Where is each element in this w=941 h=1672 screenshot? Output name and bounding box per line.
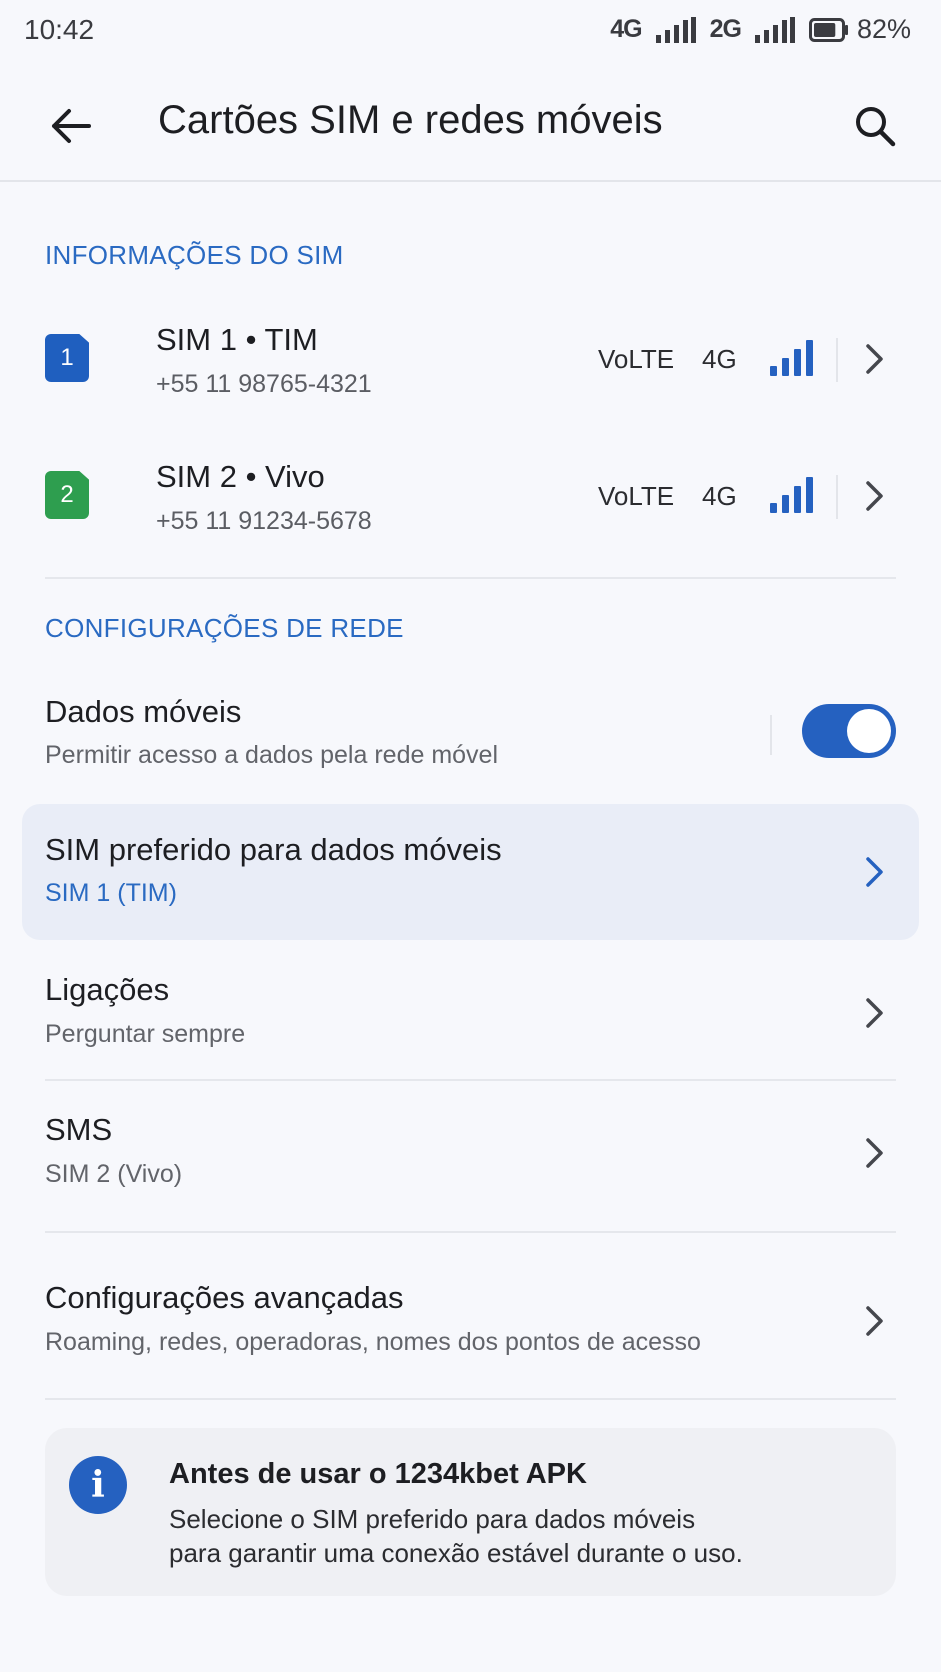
sim-name: SIM 1 • TIM [156, 322, 318, 357]
setting-subtitle: Roaming, redes, operadoras, nomes dos po… [45, 1328, 701, 1356]
chevron-right-icon [866, 1138, 883, 1168]
setting-title: SMS [45, 1112, 113, 1147]
divider [770, 715, 772, 755]
setting-title: Configurações avançadas [45, 1280, 404, 1315]
battery-indicator: 82% [808, 14, 911, 45]
row-divider [45, 1079, 896, 1081]
calls-row[interactable]: Ligações Perguntar sempre [0, 960, 941, 1070]
status-time: 10:42 [24, 14, 95, 45]
setting-title: SIM preferido para dados móveis [45, 832, 502, 867]
setting-value: Perguntar sempre [45, 1020, 246, 1048]
chevron-right-icon [866, 857, 883, 887]
info-title: Antes de usar o 1234kbet APK [169, 1458, 587, 1490]
sim-number: +55 11 91234-5678 [156, 507, 372, 535]
sms-row[interactable]: SMS SIM 2 (Vivo) [0, 1100, 941, 1210]
info-line: para garantir uma conexão estável durant… [169, 1538, 743, 1568]
info-body: Selecione o SIM preferido para dados móv… [169, 1502, 743, 1570]
battery-icon [808, 17, 848, 42]
sim-number: +55 11 98765-4321 [156, 370, 372, 398]
sim-card-icon: 2 [45, 471, 89, 519]
section-divider [45, 577, 896, 579]
mobile-data-toggle[interactable] [802, 704, 896, 758]
signal-icon [754, 16, 795, 43]
setting-title: Ligações [45, 972, 170, 1007]
arrow-left-icon [52, 109, 91, 143]
advanced-settings-row[interactable]: Configurações avançadas Roaming, redes, … [0, 1268, 941, 1378]
section-label-network: CONFIGURAÇÕES DE REDE [45, 613, 404, 643]
info-line: Selecione o SIM preferido para dados móv… [169, 1504, 696, 1534]
toggle-knob [847, 709, 891, 753]
info-card: i Antes de usar o 1234kbet APK Selecione… [45, 1428, 896, 1596]
network-type-1: 4G [610, 15, 642, 43]
section-divider [45, 1231, 896, 1233]
network-type-2: 2G [709, 15, 742, 43]
setting-title: Dados móveis [45, 694, 242, 729]
divider [836, 338, 838, 382]
chevron-right-icon [866, 481, 883, 511]
page-title: Cartões SIM e redes móveis [158, 98, 663, 142]
signal-icon [655, 16, 696, 43]
chevron-right-icon [866, 1306, 883, 1336]
mobile-data-row[interactable]: Dados móveis Permitir acesso a dados pel… [0, 680, 941, 780]
sim-row-2[interactable]: 2 SIM 2 • Vivo +55 11 91234-5678 VoLTE 4… [0, 437, 941, 562]
setting-value: SIM 1 (TIM) [45, 879, 177, 907]
app-bar: Cartões SIM e redes móveis [0, 60, 941, 182]
preferred-data-sim-row[interactable]: SIM preferido para dados móveis SIM 1 (T… [22, 804, 919, 940]
setting-subtitle: Permitir acesso a dados pela rede móvel [45, 741, 499, 769]
sim-card-icon: 1 [45, 334, 89, 382]
divider [836, 475, 838, 519]
search-icon [856, 107, 896, 147]
search-button[interactable] [845, 96, 905, 156]
chevron-right-icon [866, 344, 883, 374]
battery-percent: 82% [856, 14, 911, 44]
section-label-sim-info: INFORMAÇÕES DO SIM [45, 240, 344, 270]
volte-label: VoLTE [598, 481, 675, 511]
status-icons: 4G 2G 82% [610, 14, 911, 45]
info-icon: i [69, 1456, 127, 1514]
volte-label: VoLTE [598, 344, 675, 374]
chevron-right-icon [866, 998, 883, 1028]
sim-row-1[interactable]: 1 SIM 1 • TIM +55 11 98765-4321 VoLTE 4G [0, 300, 941, 425]
setting-value: SIM 2 (Vivo) [45, 1160, 183, 1188]
signal-strength-icon [770, 338, 814, 381]
network-type-label: 4G [702, 481, 737, 511]
signal-strength-icon [770, 475, 814, 518]
sim-name: SIM 2 • Vivo [156, 459, 325, 494]
network-type-label: 4G [702, 344, 737, 374]
back-button[interactable] [36, 96, 106, 156]
section-divider [45, 1398, 896, 1400]
